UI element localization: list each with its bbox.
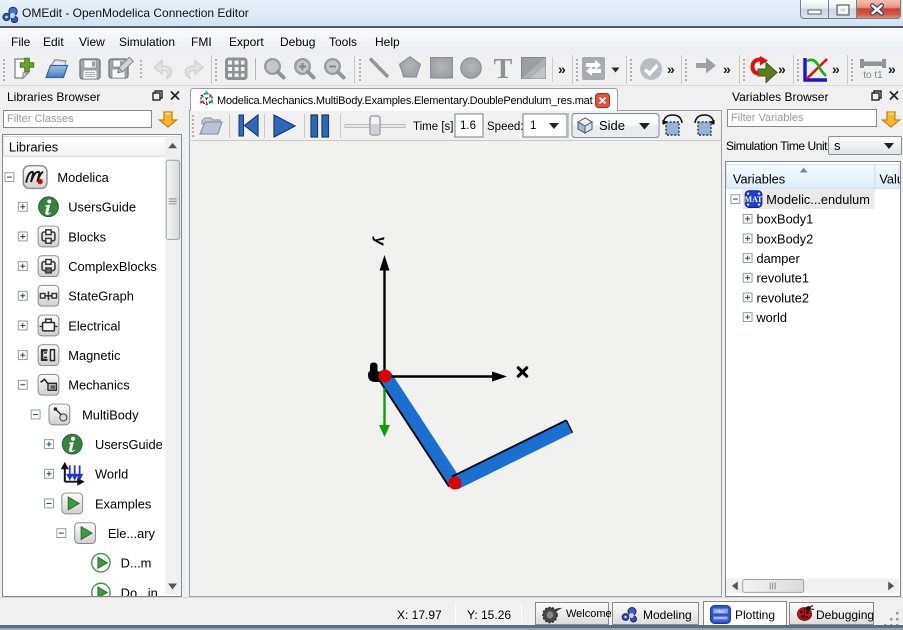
svg-text:»: » — [667, 61, 675, 77]
svg-text:MAT: MAT — [745, 195, 764, 204]
svg-text:D...m: D...m — [121, 556, 152, 571]
svg-text:»: » — [558, 61, 566, 77]
svg-text:to t1: to t1 — [863, 70, 883, 81]
svg-text:Magnetic: Magnetic — [68, 348, 121, 363]
svg-text:Variables: Variables — [733, 171, 785, 186]
svg-text:Mechanics: Mechanics — [68, 378, 129, 393]
svg-text:ComplexBlocks: ComplexBlocks — [68, 259, 157, 274]
svg-text:StateGraph: StateGraph — [68, 289, 134, 304]
svg-text:Time [s]:: Time [s]: — [413, 121, 457, 133]
svg-text:damper: damper — [756, 251, 800, 266]
svg-text:boxBody1: boxBody1 — [756, 212, 813, 227]
svg-text:1.6: 1.6 — [460, 120, 476, 132]
svg-text:Libraries: Libraries — [9, 139, 58, 154]
svg-text:Examples: Examples — [95, 496, 151, 511]
svg-text:UsersGuide: UsersGuide — [68, 200, 136, 215]
svg-text:Valu: Valu — [879, 171, 901, 186]
svg-text:Blocks: Blocks — [68, 229, 106, 244]
svg-text:T: T — [494, 54, 513, 85]
svg-text:Side: Side — [599, 118, 625, 133]
svg-text:»: » — [723, 61, 731, 77]
svg-text:revolute2: revolute2 — [756, 290, 809, 305]
svg-text:»: » — [778, 61, 786, 77]
svg-text:1: 1 — [530, 120, 536, 132]
svg-text:OMC: OMC — [715, 609, 726, 614]
svg-text:Speed:: Speed: — [487, 121, 523, 133]
svg-text:»: » — [832, 61, 840, 77]
svg-text:»: » — [888, 61, 896, 77]
svg-text:Do...in: Do...in — [121, 585, 158, 597]
svg-text:World: World — [95, 467, 128, 482]
svg-text:Modelica: Modelica — [57, 170, 109, 185]
svg-text:revolute1: revolute1 — [756, 271, 809, 286]
svg-text:world: world — [755, 310, 787, 325]
svg-text:boxBody2: boxBody2 — [756, 231, 813, 246]
svg-text:Ele...ary: Ele...ary — [108, 526, 156, 541]
svg-text:Modelic...endulum: Modelic...endulum — [766, 192, 870, 207]
svg-text:Electrical: Electrical — [68, 318, 120, 333]
svg-text:UsersGuide: UsersGuide — [95, 437, 163, 452]
svg-text:y: y — [371, 236, 389, 247]
svg-text:MultiBody: MultiBody — [82, 407, 139, 422]
